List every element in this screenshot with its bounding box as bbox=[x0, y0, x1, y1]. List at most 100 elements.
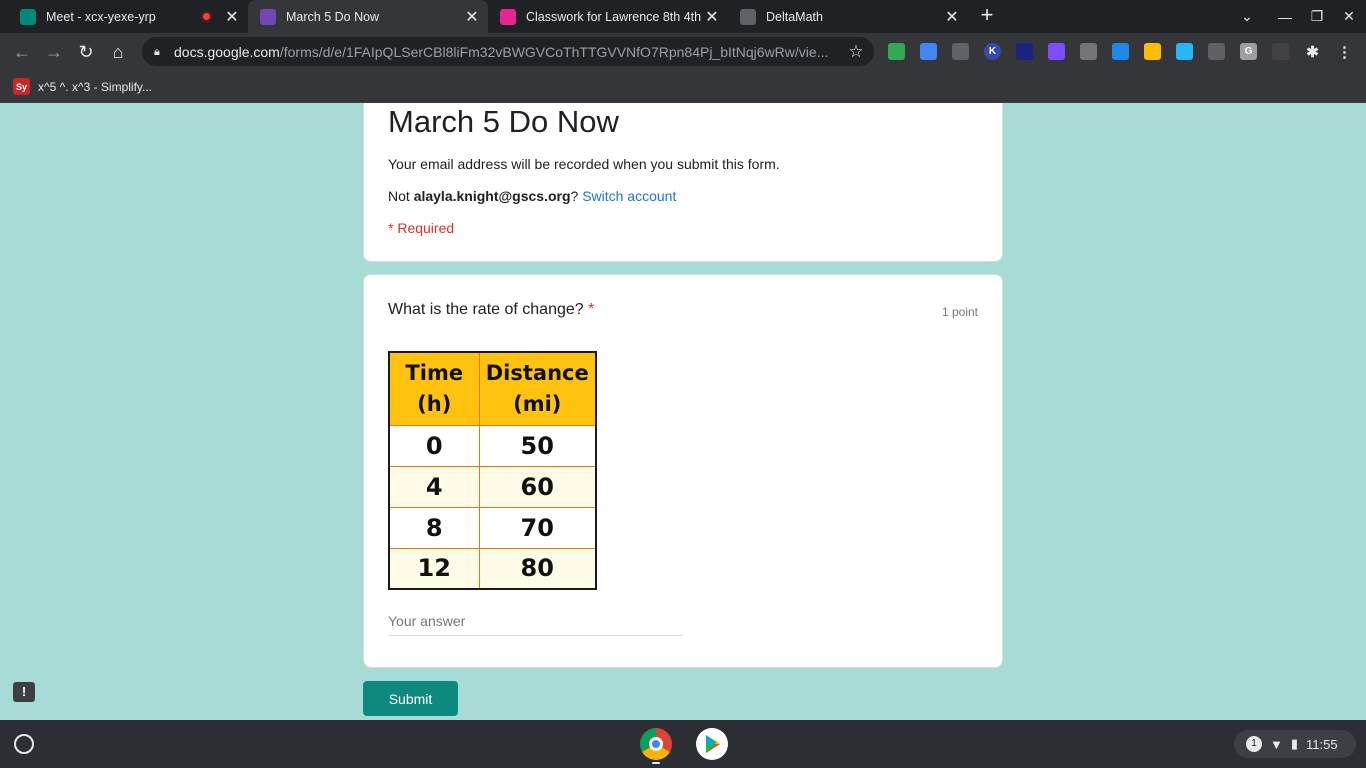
close-icon[interactable]: ✕ bbox=[462, 7, 482, 27]
table-cell: 8 bbox=[388, 506, 480, 549]
tab-classroom[interactable]: Classwork for Lawrence 8th 4th ✕ bbox=[488, 0, 728, 33]
k-extension-icon[interactable]: K bbox=[984, 43, 1001, 60]
extension-icon[interactable] bbox=[1048, 43, 1065, 60]
table-cell: 60 bbox=[478, 465, 597, 508]
meet-icon bbox=[20, 8, 36, 25]
question-card: What is the rate of change? * 1 point Ti… bbox=[363, 274, 1003, 668]
status-area[interactable]: 1 ▼ ▮ 11:55 bbox=[1234, 730, 1356, 758]
tab-title: Classwork for Lawrence 8th 4th bbox=[526, 9, 702, 24]
extension-icon[interactable] bbox=[920, 43, 937, 60]
tab-title: DeltaMath bbox=[766, 9, 823, 24]
table-row: 0 50 bbox=[388, 424, 597, 467]
recording-icon bbox=[201, 11, 212, 22]
notification-count: 1 bbox=[1246, 736, 1262, 752]
battery-icon: ▮ bbox=[1290, 736, 1299, 751]
table-row: 4 60 bbox=[388, 465, 597, 508]
menu-icon[interactable]: ⋮ bbox=[1336, 43, 1353, 61]
table-cell: 0 bbox=[388, 424, 480, 467]
not-prefix: Not bbox=[388, 188, 414, 204]
tab-deltamath[interactable]: DeltaMath ✕ bbox=[728, 0, 968, 33]
classroom-icon bbox=[500, 8, 516, 25]
form-title: March 5 Do Now bbox=[388, 104, 619, 139]
restore-icon[interactable]: ❐ bbox=[1302, 0, 1332, 33]
switch-account-link[interactable]: Switch account bbox=[582, 188, 676, 204]
url-path: /forms/d/e/1FAIpQLSerCBl8liFm32vBWGVCoTh… bbox=[279, 43, 829, 60]
running-indicator bbox=[652, 762, 660, 764]
play-store-icon[interactable] bbox=[696, 728, 728, 760]
feedback-icon[interactable]: ! bbox=[13, 682, 35, 702]
required-star: * bbox=[588, 301, 595, 318]
reload-icon[interactable]: ↻ bbox=[73, 39, 99, 65]
qr-extension-icon[interactable] bbox=[1272, 43, 1289, 60]
home-icon[interactable]: ⌂ bbox=[105, 39, 131, 65]
close-icon[interactable]: ✕ bbox=[942, 7, 962, 27]
required-note: * Required bbox=[388, 220, 455, 236]
table-cell: 12 bbox=[388, 547, 480, 590]
table-header-time: Time (h) bbox=[388, 351, 480, 426]
forward-icon[interactable]: → bbox=[41, 39, 67, 65]
account-email: alayla.knight@gscs.org bbox=[413, 188, 571, 204]
table-row: 12 80 bbox=[388, 547, 597, 590]
tab-title: March 5 Do Now bbox=[286, 9, 380, 24]
new-tab-button[interactable]: + bbox=[976, 4, 998, 28]
submit-button[interactable]: Submit bbox=[363, 681, 458, 716]
back-icon[interactable]: ← bbox=[9, 39, 35, 65]
wifi-icon: ▼ bbox=[1270, 736, 1283, 752]
points-label: 1 point bbox=[941, 305, 978, 319]
not-suffix: ? bbox=[570, 188, 579, 204]
minimize-icon[interactable]: — bbox=[1270, 0, 1300, 33]
bookmark-item[interactable]: Sy x^5 ^. x^3 - Simplify... bbox=[13, 78, 152, 95]
form-header-card: March 5 Do Now Your email address will b… bbox=[363, 103, 1003, 262]
answer-input[interactable]: Your answer bbox=[388, 613, 683, 636]
tab-title: Meet - xcx-yexe-yrp bbox=[46, 9, 156, 24]
tab-forms[interactable]: March 5 Do Now ✕ bbox=[248, 0, 488, 33]
table-cell: 80 bbox=[478, 547, 597, 590]
os-shelf: 1 ▼ ▮ 11:55 bbox=[0, 720, 1366, 768]
extension-icon[interactable] bbox=[1080, 43, 1097, 60]
tab-search-icon[interactable]: ⌄ bbox=[1232, 0, 1262, 33]
clock: 11:55 bbox=[1306, 736, 1338, 752]
extension-icon[interactable] bbox=[1016, 43, 1033, 60]
header-line: (mi) bbox=[513, 391, 562, 416]
url-host: docs.google.com bbox=[174, 43, 280, 60]
table-header-distance: Distance (mi) bbox=[478, 351, 597, 426]
table-row: 8 70 bbox=[388, 506, 597, 549]
g-extension-icon[interactable]: G bbox=[1240, 43, 1257, 60]
shield-extension-icon[interactable] bbox=[888, 43, 905, 60]
tab-meet[interactable]: Meet - xcx-yexe-yrp ✕ bbox=[8, 0, 248, 33]
header-line: Time bbox=[405, 360, 464, 385]
time-distance-table-image: Time (h) Distance (mi) 0 50 4 60 8 70 12 8… bbox=[388, 351, 597, 590]
question-text: What is the rate of change? bbox=[388, 301, 584, 318]
tab-strip: Meet - xcx-yexe-yrp ✕ March 5 Do Now ✕ C… bbox=[0, 0, 1366, 33]
chrome-icon[interactable] bbox=[640, 728, 672, 760]
close-icon[interactable]: ✕ bbox=[702, 7, 722, 27]
chrome-icon-center bbox=[649, 737, 663, 751]
table-cell: 50 bbox=[478, 424, 597, 467]
extension-icon[interactable] bbox=[1112, 43, 1129, 60]
play-store-glyph bbox=[706, 735, 720, 753]
extension-icon[interactable] bbox=[952, 43, 969, 60]
extensions-puzzle-icon[interactable]: ✱ bbox=[1304, 43, 1321, 61]
table-cell: 70 bbox=[478, 506, 597, 549]
header-line: (h) bbox=[417, 391, 452, 416]
bookmarks-bar: Sy x^5 ^. x^3 - Simplify... bbox=[0, 70, 1366, 103]
bookmark-label: x^5 ^. x^3 - Simplify... bbox=[38, 79, 153, 94]
close-icon[interactable]: ✕ bbox=[222, 7, 242, 27]
launcher-icon[interactable] bbox=[14, 734, 34, 754]
form-page: March 5 Do Now Your email address will b… bbox=[0, 103, 1366, 720]
table-header-row: Time (h) Distance (mi) bbox=[388, 351, 597, 426]
lock-icon: 🔒︎ bbox=[154, 45, 160, 58]
extension-icon[interactable] bbox=[1176, 43, 1193, 60]
browser-toolbar: ← → ↻ ⌂ 🔒︎ docs.google.com/forms/d/e/1FA… bbox=[0, 33, 1366, 70]
address-bar[interactable]: 🔒︎ docs.google.com/forms/d/e/1FAIpQLSerC… bbox=[142, 37, 874, 66]
close-window-icon[interactable]: ✕ bbox=[1334, 0, 1364, 33]
drive-icon[interactable] bbox=[1144, 43, 1161, 60]
table-cell: 4 bbox=[388, 465, 480, 508]
forms-icon bbox=[260, 8, 276, 25]
symbolab-icon: Sy bbox=[13, 78, 30, 95]
url-text[interactable]: docs.google.com/forms/d/e/1FAIpQLSerCBl8… bbox=[174, 44, 844, 60]
question-title: What is the rate of change? * bbox=[388, 301, 594, 319]
extension-icon[interactable] bbox=[1208, 43, 1225, 60]
bookmark-star-icon[interactable]: ☆ bbox=[844, 42, 868, 62]
email-notice: Your email address will be recorded when… bbox=[388, 156, 780, 172]
